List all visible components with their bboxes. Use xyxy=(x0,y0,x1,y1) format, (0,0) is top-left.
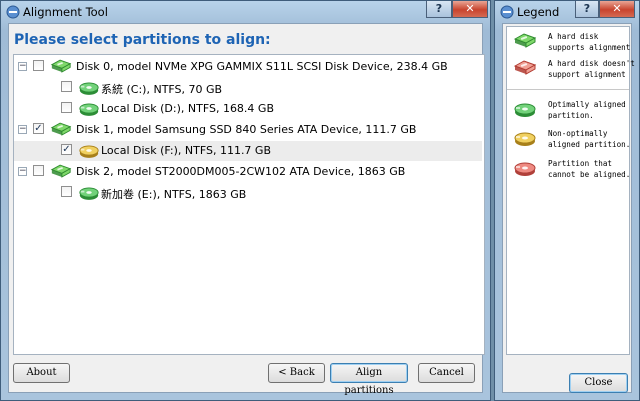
legend-window: Legend ? ✕ A hard disk supports alignmen… xyxy=(494,0,640,401)
legend-title: Legend xyxy=(517,5,560,19)
legend-item-text: Optimally aligned partition. xyxy=(548,100,626,120)
close-button[interactable]: ✕ xyxy=(452,1,488,18)
partition-aligned-icon xyxy=(78,78,100,97)
legend-close-x-button[interactable]: ✕ xyxy=(599,1,635,18)
disk-ok-icon xyxy=(513,31,537,51)
legend-item: Optimally aligned partition. xyxy=(507,99,629,125)
tree-item-label: Disk 0, model NVMe XPG GAMMIX S11L SCSI … xyxy=(76,60,448,73)
partition-checkbox[interactable] xyxy=(61,81,72,92)
legend-item-text: A hard disk doesn't support alignment xyxy=(548,59,635,79)
legend-close-button[interactable]: Close xyxy=(569,373,628,393)
legend-item: A hard disk doesn't support alignment xyxy=(507,58,635,84)
collapse-toggle[interactable]: − xyxy=(18,62,27,71)
legend-item: Partition that cannot be aligned. xyxy=(507,158,631,184)
tree-partition-row[interactable]: 系統 (C:), NTFS, 70 GB xyxy=(14,78,482,98)
legend-item-text: A hard disk supports alignment xyxy=(548,32,631,52)
legend-title-bar[interactable]: Legend ? ✕ xyxy=(495,1,639,23)
tree-partition-row[interactable]: ✓ Local Disk (F:), NTFS, 111.7 GB xyxy=(14,141,482,161)
tree-item-label: Disk 1, model Samsung SSD 840 Series ATA… xyxy=(76,123,417,136)
window-title: Alignment Tool xyxy=(23,5,108,19)
disk-ok-icon xyxy=(50,162,72,181)
main-client-area: Please select partitions to align: − Dis… xyxy=(8,23,485,396)
legend-client-area: A hard disk supports alignment A hard di… xyxy=(502,23,635,393)
partition-aligned-icon xyxy=(78,99,100,118)
partition-checkbox[interactable] xyxy=(61,186,72,197)
disk-ok-icon xyxy=(50,57,72,76)
legend-divider xyxy=(507,89,629,90)
title-bar[interactable]: Alignment Tool ? ✕ xyxy=(1,1,490,23)
about-button[interactable]: About xyxy=(13,363,70,383)
align-partitions-button[interactable]: Align partitions xyxy=(330,363,408,396)
disk-unsupported-icon xyxy=(513,58,537,78)
tree-item-label: Disk 2, model ST2000DM005-2CW102 ATA Dev… xyxy=(76,165,406,178)
tree-disk-row[interactable]: − ✓ Disk 1, model Samsung SSD 840 Series … xyxy=(14,120,482,140)
tree-partition-row[interactable]: Local Disk (D:), NTFS, 168.4 GB xyxy=(14,99,482,119)
collapse-toggle[interactable]: − xyxy=(18,167,27,176)
partition-aligned-icon xyxy=(513,99,537,119)
partition-checkbox[interactable] xyxy=(33,165,44,176)
tree-partition-row[interactable]: 新加卷 (E:), NTFS, 1863 GB xyxy=(14,183,482,203)
partition-checkbox[interactable]: ✓ xyxy=(61,144,72,155)
legend-panel: A hard disk supports alignment A hard di… xyxy=(506,26,635,355)
disk-ok-icon xyxy=(50,120,72,139)
legend-item-text: Partition that cannot be aligned. xyxy=(548,159,631,179)
help-button[interactable]: ? xyxy=(426,1,452,18)
back-button[interactable]: < Back xyxy=(268,363,325,383)
partition-checkbox[interactable] xyxy=(33,60,44,71)
tree-item-label: Local Disk (D:), NTFS, 168.4 GB xyxy=(101,102,274,115)
tree-disk-row[interactable]: − Disk 2, model ST2000DM005-2CW102 ATA D… xyxy=(14,162,482,182)
app-icon xyxy=(6,5,20,19)
legend-help-button[interactable]: ? xyxy=(575,1,599,18)
legend-item: A hard disk supports alignment xyxy=(507,31,631,57)
tree-disk-row[interactable]: − Disk 0, model NVMe XPG GAMMIX S11L SCS… xyxy=(14,57,482,77)
tree-item-label: Local Disk (F:), NTFS, 111.7 GB xyxy=(101,144,272,157)
partition-tree[interactable]: − Disk 0, model NVMe XPG GAMMIX S11L SCS… xyxy=(13,54,485,355)
legend-app-icon xyxy=(500,5,514,19)
partition-nonoptimal-icon xyxy=(78,141,100,160)
partition-misaligned-icon xyxy=(513,158,537,178)
alignment-tool-window: Alignment Tool ? ✕ Please select partiti… xyxy=(0,0,491,401)
tree-item-label: 系統 (C:), NTFS, 70 GB xyxy=(101,83,223,96)
cancel-button[interactable]: Cancel xyxy=(418,363,475,383)
partition-checkbox[interactable]: ✓ xyxy=(33,123,44,134)
legend-item-text: Non-optimally aligned partition. xyxy=(548,129,631,149)
collapse-toggle[interactable]: − xyxy=(18,125,27,134)
tree-item-label: 新加卷 (E:), NTFS, 1863 GB xyxy=(101,188,247,201)
partition-checkbox[interactable] xyxy=(61,102,72,113)
partition-aligned-icon xyxy=(78,183,100,202)
page-title: Please select partitions to align: xyxy=(14,32,271,48)
legend-item: Non-optimally aligned partition. xyxy=(507,128,631,154)
partition-nonoptimal-icon xyxy=(513,128,537,148)
